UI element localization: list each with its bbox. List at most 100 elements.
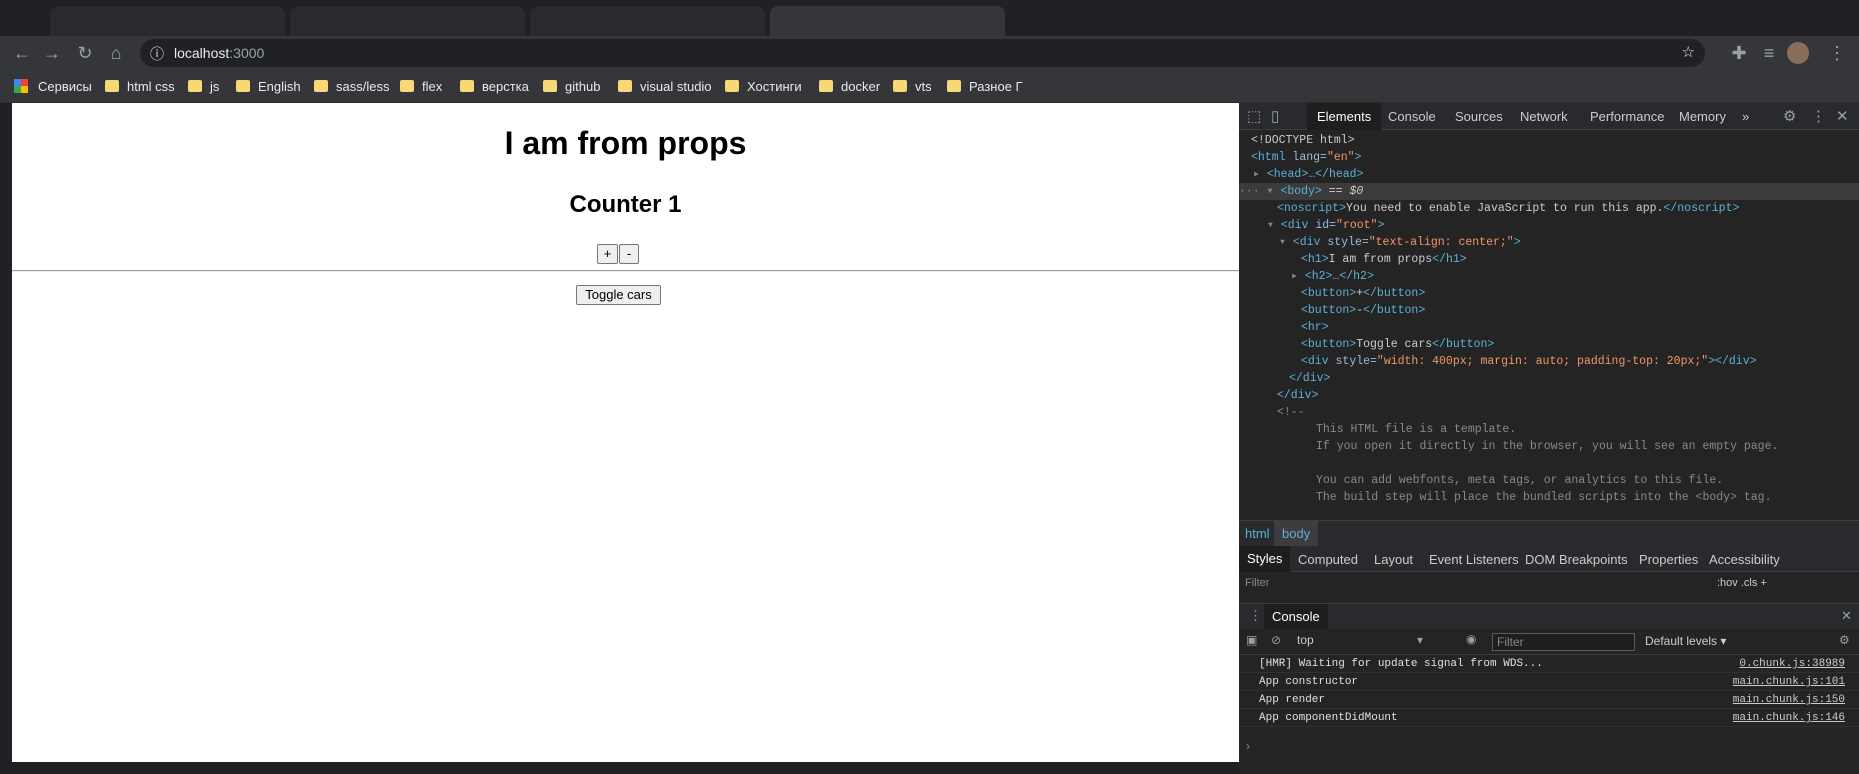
- decrement-button[interactable]: -: [619, 244, 639, 264]
- toggle-cars-button[interactable]: Toggle cars: [576, 285, 661, 305]
- bookmark-label: Хостинги: [747, 79, 802, 94]
- divider: [12, 270, 1239, 272]
- bookmark-label: vts: [915, 79, 932, 94]
- close-drawer-icon[interactable]: ✕: [1841, 608, 1852, 624]
- bookmark-folder[interactable]: English: [236, 77, 301, 97]
- dom-node[interactable]: <button>-</button>: [1301, 302, 1425, 319]
- dom-node[interactable]: <!DOCTYPE html>: [1251, 132, 1355, 149]
- device-toolbar-icon[interactable]: ▯: [1271, 107, 1279, 125]
- browser-tab[interactable]: [50, 6, 285, 36]
- bookmark-folder[interactable]: html css: [105, 77, 175, 97]
- sidebar-toggle-icon[interactable]: ▣: [1246, 633, 1257, 647]
- dom-node[interactable]: <div style="width: 400px; margin: auto; …: [1301, 353, 1757, 370]
- bookmark-folder[interactable]: docker: [819, 77, 880, 97]
- console-source-link[interactable]: main.chunk.js:146: [1733, 710, 1845, 727]
- dom-node[interactable]: ▾ <div id="root">: [1267, 217, 1384, 234]
- bookmark-folder[interactable]: visual studio: [618, 77, 712, 97]
- browser-tab[interactable]: [530, 6, 765, 36]
- home-icon[interactable]: ⌂: [104, 41, 128, 65]
- bookmark-label: flex: [422, 79, 443, 94]
- dom-node[interactable]: </div>: [1289, 370, 1330, 387]
- console-message: [HMR] Waiting for update signal from WDS…: [1239, 656, 1859, 673]
- extensions-icon[interactable]: ✚: [1727, 41, 1751, 65]
- levels-dropdown[interactable]: Default levels ▾: [1645, 634, 1726, 648]
- increment-button[interactable]: +: [597, 244, 618, 264]
- tab-dom-breakpoints[interactable]: DOM Breakpoints: [1525, 552, 1628, 567]
- avatar[interactable]: [1787, 42, 1809, 64]
- bookmark-folder[interactable]: js: [188, 77, 219, 97]
- console-source-link[interactable]: main.chunk.js:101: [1733, 674, 1845, 691]
- dom-node[interactable]: <button>Toggle cars</button>: [1301, 336, 1494, 353]
- address-bar[interactable]: ⓘ localhost:3000 ☆: [140, 39, 1705, 67]
- bookmark-folder[interactable]: sass/less: [314, 77, 389, 97]
- tab-layout[interactable]: Layout: [1374, 552, 1413, 567]
- folder-icon: [400, 80, 414, 92]
- console-settings-icon[interactable]: ⚙: [1839, 633, 1850, 647]
- dom-node-selected[interactable]: ··· ▾ <body> == $0: [1239, 183, 1859, 200]
- tab-memory[interactable]: Memory: [1679, 109, 1726, 124]
- drawer-header: ⋮ Console ✕: [1239, 603, 1859, 630]
- forward-icon[interactable]: →: [40, 41, 64, 65]
- url-port: :3000: [229, 45, 265, 61]
- tab-performance[interactable]: Performance: [1590, 109, 1664, 124]
- bookmark-folder[interactable]: Хостинги: [725, 77, 802, 97]
- dom-comment[interactable]: <!--: [1277, 404, 1305, 421]
- bookmark-folder[interactable]: flex: [400, 77, 442, 97]
- reload-icon[interactable]: ↻: [73, 41, 97, 65]
- dom-node[interactable]: <hr>: [1301, 319, 1329, 336]
- dom-node[interactable]: </div>: [1277, 387, 1318, 404]
- bookmark-folder[interactable]: Разное Г: [947, 77, 1023, 97]
- console-source-link[interactable]: 0.chunk.js:38989: [1739, 656, 1845, 673]
- gear-icon[interactable]: ⚙: [1783, 107, 1796, 125]
- breadcrumb: html body: [1239, 520, 1859, 547]
- dom-node[interactable]: <button>+</button>: [1301, 285, 1425, 302]
- info-icon[interactable]: ⓘ: [150, 44, 164, 64]
- folder-icon: [236, 80, 250, 92]
- dom-node[interactable]: ▸ <h2>…</h2>: [1291, 268, 1374, 285]
- styles-filter-input[interactable]: Filter: [1245, 577, 1269, 589]
- more-tabs-icon[interactable]: »: [1742, 109, 1749, 124]
- menu-icon[interactable]: ⋮: [1825, 41, 1849, 65]
- reading-list-icon[interactable]: ≡: [1757, 41, 1781, 65]
- back-icon[interactable]: ←: [10, 41, 34, 65]
- kebab-menu-icon[interactable]: ⋮: [1811, 107, 1826, 125]
- tab-properties[interactable]: Properties: [1639, 552, 1698, 567]
- tab-console[interactable]: Console: [1388, 109, 1436, 124]
- browser-tab[interactable]: [290, 6, 525, 36]
- breadcrumb-body[interactable]: body: [1274, 521, 1319, 547]
- bookmark-folder[interactable]: верстка: [460, 77, 529, 97]
- bookmark-folder[interactable]: vts: [893, 77, 932, 97]
- star-icon[interactable]: ☆: [1682, 43, 1695, 61]
- inspect-icon[interactable]: ⬚: [1247, 107, 1261, 125]
- clear-console-icon[interactable]: ⊘: [1271, 633, 1281, 647]
- console-source-link[interactable]: main.chunk.js:150: [1733, 692, 1845, 709]
- bookmark-apps[interactable]: Сервисы: [14, 77, 92, 97]
- bookmark-label: visual studio: [640, 79, 712, 94]
- console-prompt[interactable]: ›: [1246, 739, 1250, 753]
- dom-node[interactable]: ▾ <div style="text-align: center;">: [1279, 234, 1521, 251]
- browser-tab-active[interactable]: [770, 6, 1005, 36]
- tab-event-listeners[interactable]: Event Listeners: [1429, 552, 1519, 567]
- drawer-menu-icon[interactable]: ⋮: [1249, 608, 1262, 624]
- bookmark-label: верстка: [482, 79, 529, 94]
- drawer-tab-console[interactable]: Console: [1264, 604, 1328, 630]
- close-icon[interactable]: ✕: [1836, 107, 1849, 125]
- tab-accessibility[interactable]: Accessibility: [1709, 552, 1780, 567]
- console-filter-input[interactable]: Filter: [1492, 633, 1635, 651]
- bookmark-folder[interactable]: github: [543, 77, 600, 97]
- dom-node[interactable]: ▸ <head>…</head>: [1253, 166, 1363, 183]
- eye-icon[interactable]: ◉: [1466, 632, 1476, 646]
- tab-network[interactable]: Network: [1520, 109, 1568, 124]
- devtools-panel: ⬚ ▯ Elements Console Sources Network Per…: [1239, 103, 1859, 774]
- folder-icon: [947, 80, 961, 92]
- dom-node[interactable]: <noscript>You need to enable JavaScript …: [1277, 200, 1739, 217]
- breadcrumb-html[interactable]: html: [1245, 526, 1270, 541]
- tab-elements[interactable]: Elements: [1307, 103, 1382, 130]
- dom-node[interactable]: <h1>I am from props</h1>: [1301, 251, 1467, 268]
- tab-computed[interactable]: Computed: [1298, 552, 1358, 567]
- tab-styles[interactable]: Styles: [1239, 546, 1291, 572]
- tab-sources[interactable]: Sources: [1455, 109, 1503, 124]
- hov-cls-controls[interactable]: :hov .cls +: [1717, 577, 1767, 589]
- dom-node[interactable]: <html lang="en">: [1251, 149, 1361, 166]
- context-select[interactable]: top ▾: [1297, 633, 1423, 651]
